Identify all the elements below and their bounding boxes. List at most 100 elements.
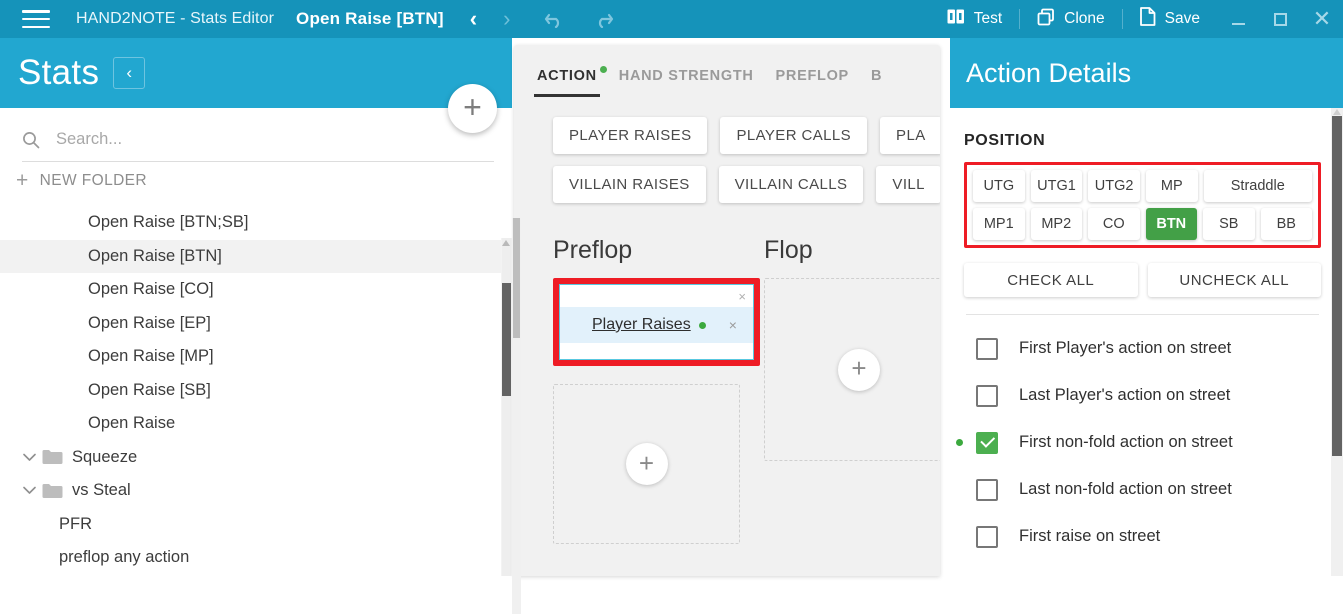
position-button-mp1[interactable]: MP1: [973, 208, 1025, 240]
scroll-up-arrow-icon[interactable]: [502, 240, 510, 246]
test-button[interactable]: Test: [930, 0, 1019, 38]
option-row[interactable]: Last Player's action on street: [964, 372, 1321, 419]
tree-stat-item[interactable]: Open Raise [SB]: [0, 374, 512, 408]
chevron-down-icon[interactable]: [16, 453, 42, 462]
collapse-sidebar-button[interactable]: ‹: [113, 57, 146, 89]
action-button-villain-raises[interactable]: VILLAIN RAISES: [553, 166, 706, 203]
new-folder-button[interactable]: + NEW FOLDER: [16, 162, 512, 200]
tab-label: PREFLOP: [775, 68, 849, 84]
action-buttons-row-1: PLAYER RAISES PLAYER CALLS PLA: [514, 117, 940, 154]
checkbox-unchecked-icon[interactable]: [976, 337, 998, 360]
tab-b[interactable]: B: [860, 68, 893, 97]
tab-action[interactable]: ACTION: [526, 66, 608, 97]
position-button-utg1[interactable]: UTG1: [1030, 170, 1083, 202]
option-active-bullet-icon: [956, 439, 963, 446]
close-window-button[interactable]: ✕: [1301, 0, 1343, 38]
option-row[interactable]: First Player's action on street: [964, 325, 1321, 372]
position-button-straddle[interactable]: Straddle: [1203, 170, 1312, 202]
undo-icon[interactable]: [544, 10, 566, 28]
add-action-button[interactable]: +: [838, 348, 880, 391]
check-all-button[interactable]: CHECK ALL: [964, 263, 1138, 297]
tree-item-label: vs Steal: [72, 481, 131, 500]
position-button-sb[interactable]: SB: [1203, 208, 1255, 240]
action-chip-label[interactable]: Player Raises: [592, 316, 691, 334]
search-input[interactable]: [56, 130, 494, 149]
tree-item-label: Open Raise [EP]: [88, 313, 211, 332]
position-button-utg[interactable]: UTG: [973, 170, 1025, 202]
tree-item-label: Open Raise [CO]: [88, 280, 214, 299]
tree-stat-item[interactable]: Open Raise [BTN;SB]: [0, 206, 512, 240]
checkbox-checked-icon[interactable]: [976, 431, 998, 454]
street-column-preflop: Preflop × Player Raises × +: [553, 236, 760, 544]
add-action-button[interactable]: +: [625, 443, 668, 485]
tree-stat-item[interactable]: Open Raise [MP]: [0, 340, 512, 374]
action-button-player-raises[interactable]: PLAYER RAISES: [553, 117, 708, 154]
option-label: First raise on street: [1019, 527, 1161, 545]
action-button-vill[interactable]: VILL: [876, 166, 940, 203]
street-title: Preflop: [553, 236, 633, 264]
uncheck-all-button[interactable]: UNCHECK ALL: [1147, 263, 1321, 297]
clone-button[interactable]: Clone: [1020, 0, 1122, 38]
option-row[interactable]: Last non-fold action on street: [964, 466, 1321, 513]
tree-stat-item[interactable]: Open Raise [CO]: [0, 273, 512, 307]
forward-arrow-icon[interactable]: ›: [503, 8, 510, 30]
tree-stat-item[interactable]: Open Raise: [0, 407, 512, 441]
position-button-label: Straddle: [1230, 178, 1285, 194]
checkbox-unchecked-icon[interactable]: [976, 478, 998, 501]
position-button-mp[interactable]: MP: [1145, 170, 1198, 202]
position-button-utg2[interactable]: UTG2: [1088, 170, 1140, 202]
option-row[interactable]: First non-fold action on street: [956, 419, 1321, 466]
minimize-window-button[interactable]: [1217, 0, 1259, 38]
scrollbar-thumb[interactable]: [513, 218, 520, 338]
checkbox-unchecked-icon[interactable]: [976, 525, 998, 548]
scrollbar-thumb[interactable]: [502, 283, 511, 396]
action-chip[interactable]: Player Raises ×: [560, 307, 753, 343]
hamburger-menu-icon[interactable]: [22, 10, 50, 28]
preflop-dropzone[interactable]: +: [553, 384, 740, 544]
action-button-pla[interactable]: PLA: [880, 117, 940, 154]
position-button-mp2[interactable]: MP2: [1030, 208, 1082, 240]
street-column-flop: Flop +: [764, 236, 940, 544]
tree-folder-item[interactable]: vs Steal: [0, 474, 512, 508]
preflop-action-card[interactable]: × Player Raises ×: [559, 284, 754, 360]
tree-folder-item[interactable]: Squeeze: [0, 441, 512, 475]
right-panel-scrollbar[interactable]: [1331, 108, 1343, 576]
maximize-window-button[interactable]: [1259, 0, 1301, 38]
add-stat-button[interactable]: +: [448, 84, 497, 133]
tree-item-label: Open Raise [SB]: [88, 380, 211, 399]
sidebar-scrollbar[interactable]: [501, 238, 512, 576]
remove-action-icon[interactable]: ×: [729, 317, 737, 333]
scroll-up-arrow-icon[interactable]: [1332, 109, 1341, 115]
option-row[interactable]: First raise on street: [964, 513, 1321, 560]
titlebar-actions: Test Clone Save ✕: [930, 0, 1343, 38]
position-button-co[interactable]: CO: [1088, 208, 1140, 240]
close-icon[interactable]: ×: [738, 289, 746, 304]
tree-stat-item[interactable]: preflop any action: [0, 541, 512, 575]
street-title: Flop: [764, 236, 813, 264]
chevron-down-icon[interactable]: [16, 486, 42, 495]
tab-preflop[interactable]: PREFLOP: [765, 68, 860, 97]
save-button[interactable]: Save: [1123, 0, 1217, 38]
redo-icon[interactable]: [592, 10, 614, 28]
position-button-btn[interactable]: BTN: [1145, 208, 1197, 240]
tree-stat-item[interactable]: PFR: [0, 508, 512, 542]
position-button-label: MP2: [1041, 216, 1072, 232]
plus-icon: +: [851, 353, 867, 383]
action-button-villain-calls[interactable]: VILLAIN CALLS: [718, 166, 864, 203]
tree-stat-item[interactable]: Open Raise [BTN]: [0, 239, 512, 273]
action-button-player-calls[interactable]: PLAYER CALLS: [720, 117, 868, 154]
checkbox-unchecked-icon[interactable]: [976, 384, 998, 407]
tree-item-label: Open Raise: [88, 414, 176, 433]
scrollbar-thumb[interactable]: [1332, 116, 1342, 456]
tree-item-label: PFR: [59, 514, 92, 533]
flop-dropzone[interactable]: +: [764, 278, 940, 461]
test-icon: [947, 9, 965, 29]
tree-stat-item[interactable]: Open Raise [EP]: [0, 307, 512, 341]
tree-item-label: Open Raise [BTN]: [88, 246, 222, 265]
editor-tabs: ACTION HAND STRENGTH PREFLOP B: [514, 45, 940, 97]
center-scrollbar[interactable]: [512, 218, 521, 614]
position-button-label: MP1: [983, 216, 1014, 232]
back-arrow-icon[interactable]: ‹: [470, 8, 477, 30]
tab-hand-strength[interactable]: HAND STRENGTH: [608, 68, 765, 97]
position-button-bb[interactable]: BB: [1260, 208, 1312, 240]
